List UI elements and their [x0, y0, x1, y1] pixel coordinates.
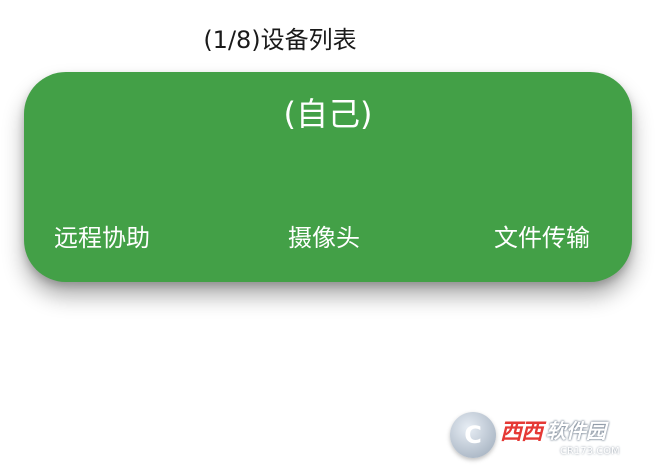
device-name: (自己) [283, 95, 373, 133]
file-transfer-button[interactable]: 文件传输 [494, 220, 590, 256]
camera-button[interactable]: 摄像头 [288, 220, 360, 256]
remote-assist-button[interactable]: 远程协助 [54, 220, 150, 256]
watermark-brand-red: 西西 [500, 419, 543, 445]
device-list-page: (1/8)设备列表 (自己) 远程协助 摄像头 文件传输 C 西西 软件园 CR… [0, 0, 656, 468]
watermark-logo-icon: C [450, 412, 496, 458]
page-title: (1/8)设备列表 [203, 26, 357, 54]
watermark-brand-white: 软件园 [546, 419, 607, 443]
device-card[interactable]: (自己) 远程协助 摄像头 文件传输 [24, 72, 632, 282]
watermark-domain: CR173.COM [560, 445, 620, 457]
watermark-brand: 西西 软件园 CR173.COM [500, 414, 620, 457]
watermark: C 西西 软件园 CR173.COM [450, 410, 646, 460]
